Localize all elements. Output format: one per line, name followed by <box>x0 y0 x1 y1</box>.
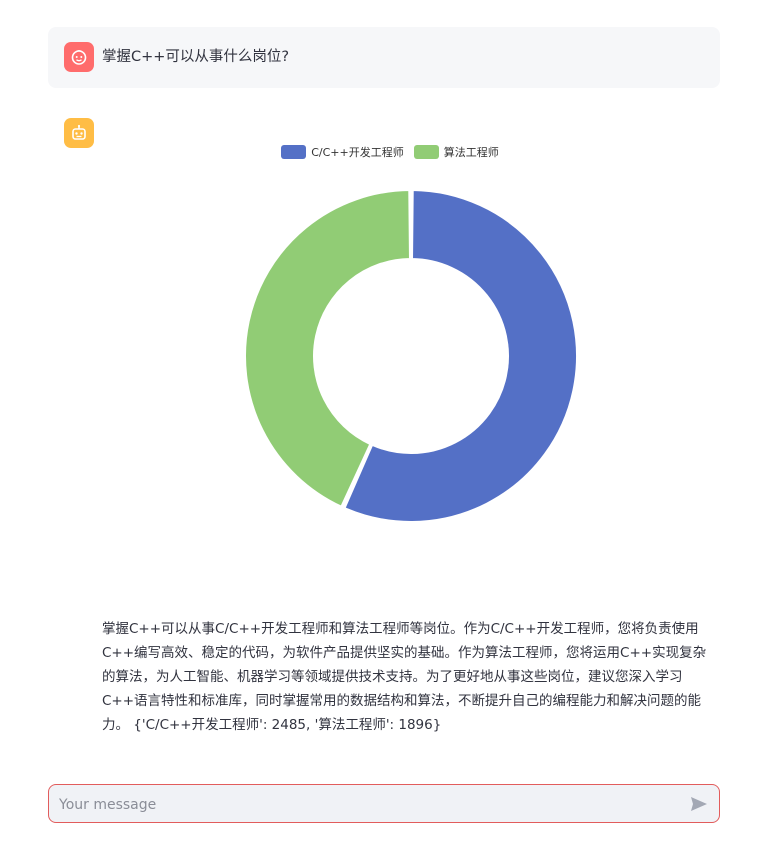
chat-input-container <box>48 784 720 824</box>
donut-svg <box>244 189 578 523</box>
send-button[interactable] <box>689 794 709 814</box>
message-input[interactable] <box>57 785 681 824</box>
send-arrow-icon <box>691 797 707 811</box>
donut-chart: C/C++开发工程师 算法工程师 <box>0 0 780 560</box>
assistant-answer-text: 掌握C++可以从事C/C++开发工程师和算法工程师等岗位。作为C/C++开发工程… <box>102 621 707 733</box>
